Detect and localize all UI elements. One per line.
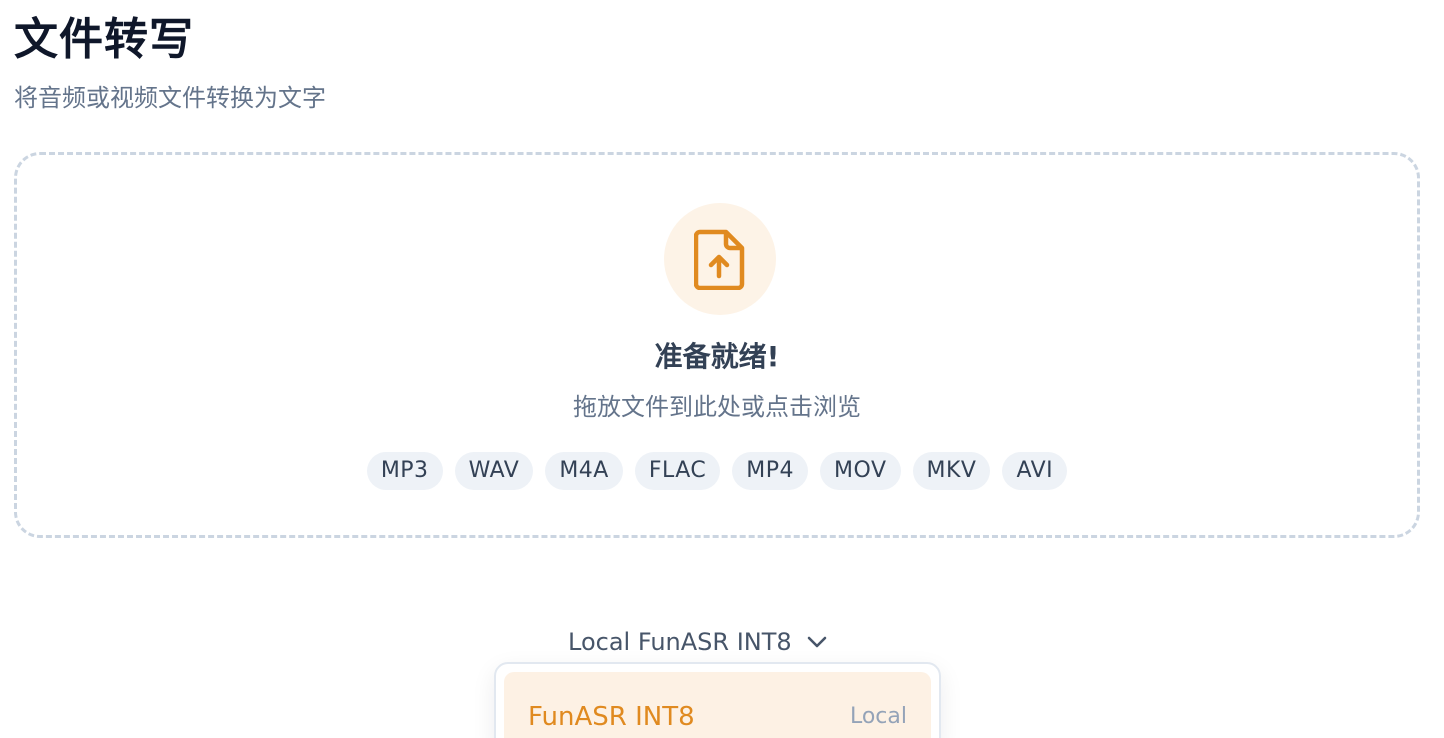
model-selector[interactable]: Local FunASR INT8 (568, 622, 828, 662)
supported-formats: MP3 WAV M4A FLAC MP4 MOV MKV AVI (17, 452, 1417, 490)
file-transcription-page: 文件转写 将音频或视频文件转换为文字 准备就绪! 拖放文件到此处或点击浏览 MP… (0, 0, 1444, 738)
format-chip-flac: FLAC (634, 452, 721, 490)
model-dropdown-menu: FunASR INT8 Local (494, 662, 941, 738)
format-chip-mkv: MKV (912, 452, 991, 490)
page-subtitle: 将音频或视频文件转换为文字 (14, 84, 326, 112)
model-option-tag: Local (849, 704, 907, 729)
page-title: 文件转写 (14, 14, 194, 65)
format-chip-mp3: MP3 (366, 452, 443, 490)
upload-icon-circle (664, 203, 776, 315)
dropzone-title: 准备就绪! (654, 340, 780, 373)
format-chip-avi: AVI (1002, 452, 1068, 490)
model-selector-label: Local FunASR INT8 (568, 628, 792, 656)
file-upload-icon (694, 229, 745, 290)
chevron-down-icon (807, 636, 826, 648)
model-option-funasr-int8[interactable]: FunASR INT8 Local (504, 672, 931, 738)
format-chip-wav: WAV (454, 452, 534, 490)
format-chip-mp4: MP4 (732, 452, 809, 490)
model-option-name: FunASR INT8 (528, 702, 695, 732)
format-chip-mov: MOV (820, 452, 901, 490)
file-dropzone[interactable]: 准备就绪! 拖放文件到此处或点击浏览 MP3 WAV M4A FLAC MP4 … (14, 152, 1420, 538)
dropzone-hint: 拖放文件到此处或点击浏览 (573, 393, 861, 421)
format-chip-m4a: M4A (545, 452, 623, 490)
